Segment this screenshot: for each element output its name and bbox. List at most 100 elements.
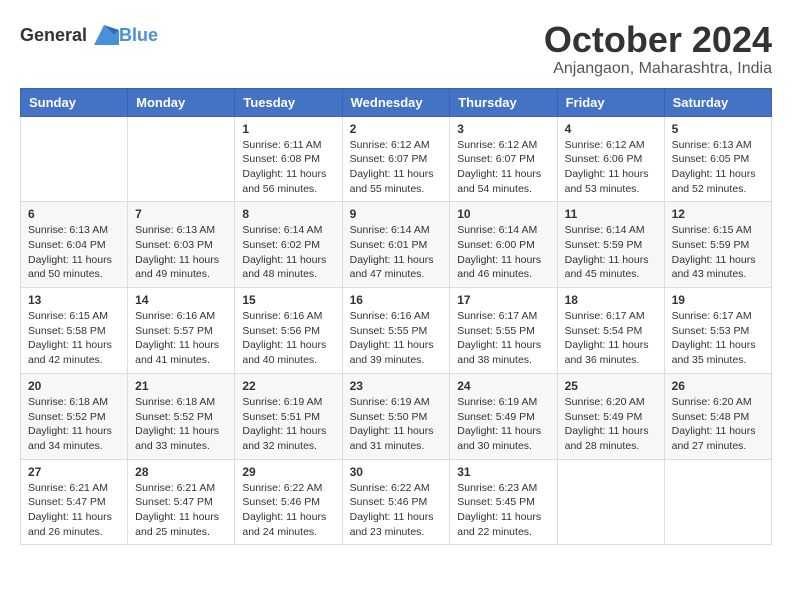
- table-row: 21 Sunrise: 6:18 AMSunset: 5:52 PMDayligh…: [128, 373, 235, 459]
- day-number: 26: [672, 379, 764, 393]
- col-friday: Friday: [557, 88, 664, 116]
- table-row: 31 Sunrise: 6:23 AMSunset: 5:45 PMDayligh…: [450, 459, 557, 545]
- day-number: 1: [242, 122, 334, 136]
- day-content: Sunrise: 6:13 AMSunset: 6:03 PMDaylight:…: [135, 223, 227, 282]
- day-number: 28: [135, 465, 227, 479]
- table-row: 28 Sunrise: 6:21 AMSunset: 5:47 PMDayligh…: [128, 459, 235, 545]
- day-number: 21: [135, 379, 227, 393]
- day-content: Sunrise: 6:20 AMSunset: 5:49 PMDaylight:…: [565, 395, 657, 454]
- day-content: Sunrise: 6:19 AMSunset: 5:50 PMDaylight:…: [350, 395, 443, 454]
- table-row: 18Sunrise: 6:17 AMSunset: 5:54 PMDayligh…: [557, 288, 664, 374]
- day-content: Sunrise: 6:16 AMSunset: 5:57 PMDaylight:…: [135, 309, 227, 368]
- table-row: [128, 116, 235, 202]
- day-content: Sunrise: 6:16 AMSunset: 5:55 PMDaylight:…: [350, 309, 443, 368]
- day-content: Sunrise: 6:17 AMSunset: 5:53 PMDaylight:…: [672, 309, 764, 368]
- day-content: Sunrise: 6:12 AMSunset: 6:07 PMDaylight:…: [457, 138, 549, 197]
- col-saturday: Saturday: [664, 88, 771, 116]
- table-row: 8 Sunrise: 6:14 AMSunset: 6:02 PMDaylight…: [235, 202, 342, 288]
- table-row: 10Sunrise: 6:14 AMSunset: 6:00 PMDayligh…: [450, 202, 557, 288]
- col-wednesday: Wednesday: [342, 88, 450, 116]
- logo-general-text: General: [20, 25, 87, 46]
- table-row: 23Sunrise: 6:19 AMSunset: 5:50 PMDayligh…: [342, 373, 450, 459]
- table-row: 29Sunrise: 6:22 AMSunset: 5:46 PMDayligh…: [235, 459, 342, 545]
- day-number: 29: [242, 465, 334, 479]
- day-content: Sunrise: 6:13 AMSunset: 6:04 PMDaylight:…: [28, 223, 120, 282]
- table-row: 25 Sunrise: 6:20 AMSunset: 5:49 PMDayligh…: [557, 373, 664, 459]
- calendar-week-row: 20 Sunrise: 6:18 AMSunset: 5:52 PMDayligh…: [21, 373, 772, 459]
- col-sunday: Sunday: [21, 88, 128, 116]
- day-content: Sunrise: 6:20 AMSunset: 5:48 PMDaylight:…: [672, 395, 764, 454]
- day-content: Sunrise: 6:22 AMSunset: 5:46 PMDaylight:…: [350, 481, 443, 540]
- logo-icon: [89, 20, 119, 50]
- day-number: 22: [242, 379, 334, 393]
- day-content: Sunrise: 6:14 AMSunset: 6:01 PMDaylight:…: [350, 223, 443, 282]
- calendar-week-row: 1 Sunrise: 6:11 AMSunset: 6:08 PMDaylight…: [21, 116, 772, 202]
- day-number: 19: [672, 293, 764, 307]
- calendar-week-row: 27Sunrise: 6:21 AMSunset: 5:47 PMDayligh…: [21, 459, 772, 545]
- day-number: 15: [242, 293, 334, 307]
- table-row: [557, 459, 664, 545]
- table-row: 14 Sunrise: 6:16 AMSunset: 5:57 PMDayligh…: [128, 288, 235, 374]
- month-title: October 2024: [544, 20, 772, 60]
- table-row: 7Sunrise: 6:13 AMSunset: 6:03 PMDaylight…: [128, 202, 235, 288]
- day-number: 17: [457, 293, 549, 307]
- day-content: Sunrise: 6:19 AMSunset: 5:51 PMDaylight:…: [242, 395, 334, 454]
- day-number: 12: [672, 207, 764, 221]
- table-row: 4 Sunrise: 6:12 AMSunset: 6:06 PMDaylight…: [557, 116, 664, 202]
- day-content: Sunrise: 6:23 AMSunset: 5:45 PMDaylight:…: [457, 481, 549, 540]
- table-row: 19 Sunrise: 6:17 AMSunset: 5:53 PMDayligh…: [664, 288, 771, 374]
- day-content: Sunrise: 6:13 AMSunset: 6:05 PMDaylight:…: [672, 138, 764, 197]
- table-row: 17Sunrise: 6:17 AMSunset: 5:55 PMDayligh…: [450, 288, 557, 374]
- location-title: Anjangaon, Maharashtra, India: [544, 60, 772, 78]
- table-row: 20 Sunrise: 6:18 AMSunset: 5:52 PMDayligh…: [21, 373, 128, 459]
- col-tuesday: Tuesday: [235, 88, 342, 116]
- day-number: 14: [135, 293, 227, 307]
- calendar-header-row: Sunday Monday Tuesday Wednesday Thursday…: [21, 88, 772, 116]
- table-row: 12Sunrise: 6:15 AMSunset: 5:59 PMDayligh…: [664, 202, 771, 288]
- day-number: 18: [565, 293, 657, 307]
- table-row: 24Sunrise: 6:19 AMSunset: 5:49 PMDayligh…: [450, 373, 557, 459]
- day-number: 3: [457, 122, 549, 136]
- title-block: October 2024 Anjangaon, Maharashtra, Ind…: [544, 20, 772, 78]
- table-row: 26 Sunrise: 6:20 AMSunset: 5:48 PMDayligh…: [664, 373, 771, 459]
- day-content: Sunrise: 6:12 AMSunset: 6:06 PMDaylight:…: [565, 138, 657, 197]
- logo-blue-text: Blue: [119, 25, 158, 46]
- day-content: Sunrise: 6:14 AMSunset: 6:00 PMDaylight:…: [457, 223, 549, 282]
- day-number: 2: [350, 122, 443, 136]
- day-content: Sunrise: 6:18 AMSunset: 5:52 PMDaylight:…: [135, 395, 227, 454]
- day-content: Sunrise: 6:18 AMSunset: 5:52 PMDaylight:…: [28, 395, 120, 454]
- day-content: Sunrise: 6:21 AMSunset: 5:47 PMDaylight:…: [135, 481, 227, 540]
- col-monday: Monday: [128, 88, 235, 116]
- day-number: 20: [28, 379, 120, 393]
- day-number: 30: [350, 465, 443, 479]
- day-number: 5: [672, 122, 764, 136]
- day-content: Sunrise: 6:11 AMSunset: 6:08 PMDaylight:…: [242, 138, 334, 197]
- day-number: 13: [28, 293, 120, 307]
- calendar-week-row: 6 Sunrise: 6:13 AMSunset: 6:04 PMDaylight…: [21, 202, 772, 288]
- table-row: 30 Sunrise: 6:22 AMSunset: 5:46 PMDayligh…: [342, 459, 450, 545]
- table-row: 3 Sunrise: 6:12 AMSunset: 6:07 PMDaylight…: [450, 116, 557, 202]
- table-row: 16 Sunrise: 6:16 AMSunset: 5:55 PMDayligh…: [342, 288, 450, 374]
- table-row: 27Sunrise: 6:21 AMSunset: 5:47 PMDayligh…: [21, 459, 128, 545]
- day-number: 6: [28, 207, 120, 221]
- day-number: 25: [565, 379, 657, 393]
- calendar-table: Sunday Monday Tuesday Wednesday Thursday…: [20, 88, 772, 546]
- day-number: 8: [242, 207, 334, 221]
- col-thursday: Thursday: [450, 88, 557, 116]
- day-content: Sunrise: 6:14 AMSunset: 6:02 PMDaylight:…: [242, 223, 334, 282]
- day-number: 16: [350, 293, 443, 307]
- table-row: 6 Sunrise: 6:13 AMSunset: 6:04 PMDaylight…: [21, 202, 128, 288]
- logo: General Blue: [20, 20, 158, 50]
- day-content: Sunrise: 6:15 AMSunset: 5:58 PMDaylight:…: [28, 309, 120, 368]
- day-number: 9: [350, 207, 443, 221]
- day-number: 31: [457, 465, 549, 479]
- day-number: 4: [565, 122, 657, 136]
- table-row: 9 Sunrise: 6:14 AMSunset: 6:01 PMDaylight…: [342, 202, 450, 288]
- table-row: [21, 116, 128, 202]
- day-content: Sunrise: 6:21 AMSunset: 5:47 PMDaylight:…: [28, 481, 120, 540]
- table-row: 15Sunrise: 6:16 AMSunset: 5:56 PMDayligh…: [235, 288, 342, 374]
- table-row: 22 Sunrise: 6:19 AMSunset: 5:51 PMDayligh…: [235, 373, 342, 459]
- calendar-week-row: 13 Sunrise: 6:15 AMSunset: 5:58 PMDayligh…: [21, 288, 772, 374]
- day-content: Sunrise: 6:12 AMSunset: 6:07 PMDaylight:…: [350, 138, 443, 197]
- page-header: General Blue October 2024 Anjangaon, Mah…: [20, 20, 772, 78]
